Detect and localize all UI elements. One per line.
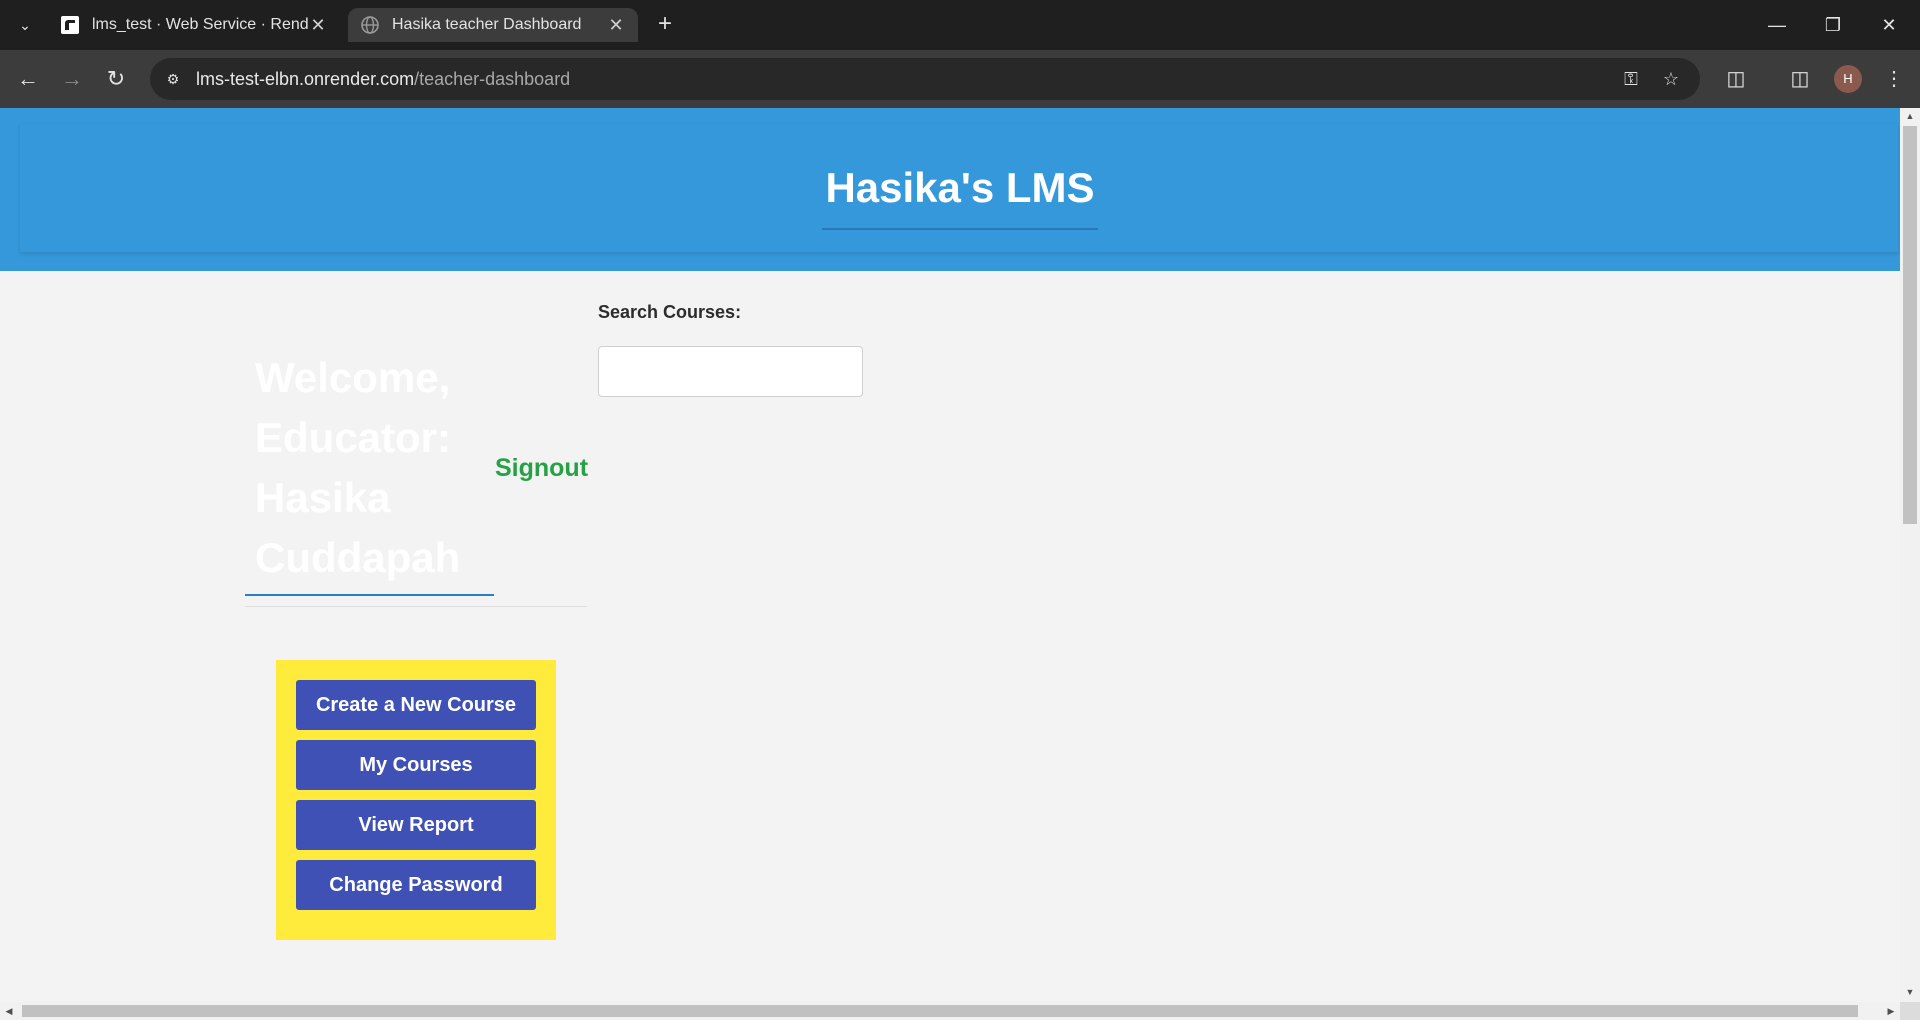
browser-toolbar: ← → ↻ ⚙ lms-test-elbn.onrender.com/teach… bbox=[0, 50, 1920, 108]
scroll-down-icon[interactable]: ▼ bbox=[1900, 984, 1920, 1000]
side-panel-icon[interactable]: ◫ bbox=[1786, 65, 1814, 93]
render-favicon-icon bbox=[61, 16, 79, 34]
puzzle-icon[interactable]: ◫ bbox=[1722, 65, 1750, 93]
welcome-divider bbox=[245, 606, 587, 607]
vertical-scrollbar[interactable]: ▲ ▼ bbox=[1900, 108, 1920, 1002]
scroll-left-icon[interactable]: ◀ bbox=[0, 1002, 18, 1020]
new-tab-plus-icon[interactable]: + bbox=[652, 12, 678, 38]
welcome-line: Cuddapah bbox=[255, 534, 461, 581]
kebab-menu-icon[interactable]: ⋮ bbox=[1880, 65, 1908, 93]
view-report-button[interactable]: View Report bbox=[296, 800, 536, 850]
forward-arrow-icon[interactable]: → bbox=[58, 65, 86, 93]
tab-title: lms_test · Web Service · Render bbox=[92, 16, 308, 33]
change-password-button[interactable]: Change Password bbox=[296, 860, 536, 910]
vertical-scroll-thumb[interactable] bbox=[1903, 126, 1917, 524]
scroll-up-icon[interactable]: ▲ bbox=[1900, 108, 1920, 124]
horizontal-scroll-thumb[interactable] bbox=[22, 1005, 1858, 1017]
scroll-right-icon[interactable]: ▶ bbox=[1882, 1002, 1900, 1020]
site-header: Hasika's LMS bbox=[0, 108, 1900, 271]
tab-close-icon[interactable]: ✕ bbox=[308, 15, 328, 36]
site-title: Hasika's LMS bbox=[825, 164, 1095, 211]
browser-tab-dashboard[interactable]: Hasika teacher Dashboard ✕ bbox=[348, 8, 638, 42]
title-underline bbox=[822, 228, 1098, 230]
window-close-icon[interactable]: ✕ bbox=[1876, 12, 1902, 38]
browser-tab-render[interactable]: lms_test · Web Service · Render ✕ bbox=[48, 8, 340, 42]
star-icon[interactable]: ☆ bbox=[1660, 68, 1682, 90]
welcome-line: Hasika bbox=[255, 474, 391, 521]
tab-search-chevron-down-icon[interactable]: ⌄ bbox=[14, 14, 36, 36]
key-icon[interactable]: ⚿ bbox=[1620, 68, 1642, 90]
create-course-button[interactable]: Create a New Course bbox=[296, 680, 536, 730]
address-bar[interactable]: ⚙ lms-test-elbn.onrender.com/teacher-das… bbox=[150, 58, 1700, 100]
search-courses-input[interactable] bbox=[598, 346, 863, 397]
tab-title: Hasika teacher Dashboard bbox=[392, 16, 582, 33]
page-viewport: Hasika's LMS Welcome, Educator: Hasika C… bbox=[0, 108, 1900, 1002]
horizontal-scrollbar[interactable]: ◀ ▶ bbox=[0, 1002, 1900, 1020]
url-host: lms-test-elbn.onrender.com bbox=[196, 69, 415, 89]
teacher-menu: Create a New Course My Courses View Repo… bbox=[276, 660, 556, 940]
welcome-underline bbox=[245, 594, 494, 596]
tab-close-icon[interactable]: ✕ bbox=[606, 15, 626, 36]
url-path: /teacher-dashboard bbox=[414, 69, 571, 89]
welcome-line: Welcome, bbox=[255, 354, 451, 401]
my-courses-button[interactable]: My Courses bbox=[296, 740, 536, 790]
reload-icon[interactable]: ↻ bbox=[102, 65, 130, 93]
minimize-icon[interactable]: — bbox=[1764, 12, 1790, 38]
site-info-icon[interactable]: ⚙ bbox=[162, 68, 184, 90]
profile-avatar[interactable]: H bbox=[1834, 65, 1862, 93]
scrollbar-corner bbox=[1900, 1002, 1920, 1020]
globe-favicon-icon bbox=[361, 16, 379, 34]
search-courses-label: Search Courses: bbox=[598, 302, 742, 322]
restore-icon[interactable]: ❐ bbox=[1820, 12, 1846, 38]
browser-tab-bar: ⌄ lms_test · Web Service · Render ✕ Hasi… bbox=[0, 0, 1920, 50]
welcome-line: Educator: bbox=[255, 414, 452, 461]
back-arrow-icon[interactable]: ← bbox=[14, 65, 42, 93]
signout-link[interactable]: Signout bbox=[495, 454, 588, 483]
welcome-heading: Welcome, Educator: Hasika Cuddapah bbox=[255, 348, 475, 588]
url-text[interactable]: lms-test-elbn.onrender.com/teacher-dashb… bbox=[196, 69, 570, 90]
